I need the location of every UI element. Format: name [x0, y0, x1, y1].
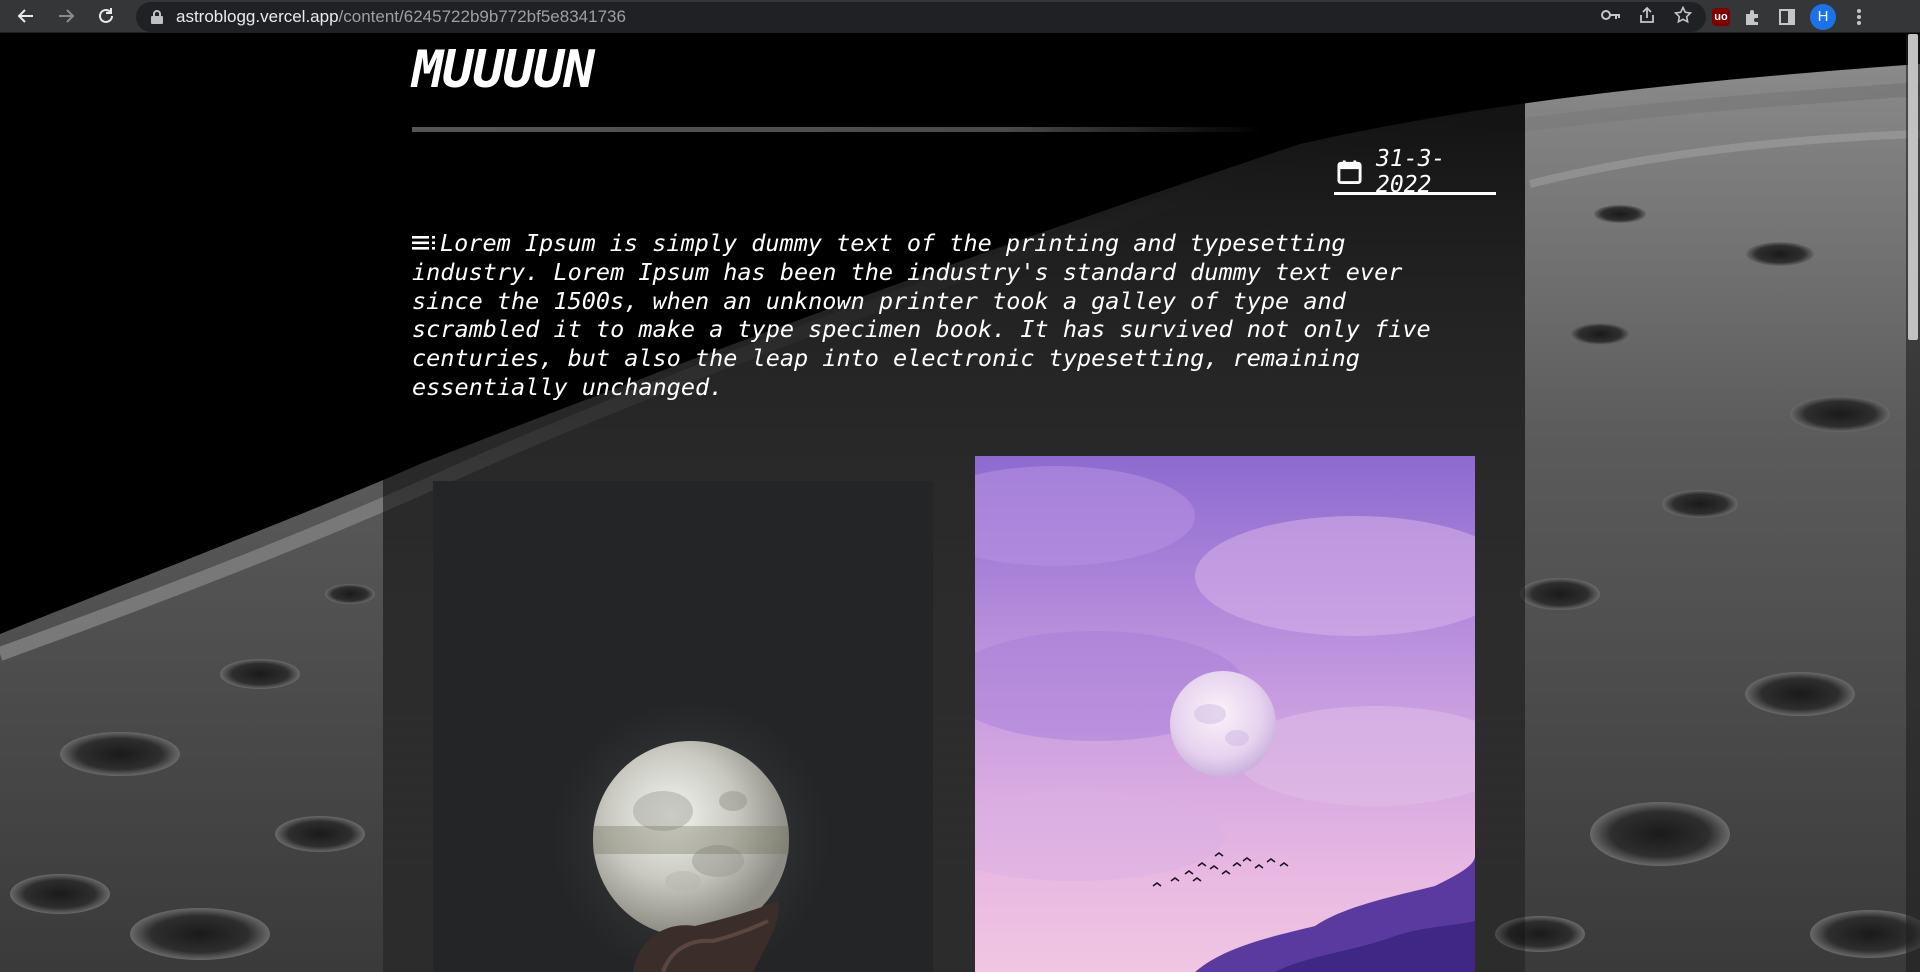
post-body: Lorem Ipsum is simply dummy text of the … [412, 229, 1472, 402]
post-date-text: 31-3-2022 [1376, 145, 1446, 198]
scrollbar-thumb[interactable] [1908, 34, 1918, 340]
url-host: astroblogg.vercel.app [176, 7, 339, 26]
forward-arrow-icon[interactable] [52, 2, 80, 30]
bookmark-star-icon[interactable] [1672, 5, 1694, 29]
url-path: /content/6245722b9b772bf5e8341736 [338, 7, 626, 26]
title-divider [412, 127, 1262, 132]
side-panel-icon[interactable] [1776, 6, 1798, 28]
address-bar[interactable]: astroblogg.vercel.app/content/6245722b9b… [136, 2, 1706, 32]
reload-icon[interactable] [92, 2, 120, 30]
puzzle-extensions-icon[interactable] [1742, 6, 1764, 28]
url-text[interactable]: astroblogg.vercel.app/content/6245722b9b… [176, 7, 626, 27]
post-date: 31-3-2022 [1334, 146, 1496, 198]
more-menu-icon[interactable] [1848, 6, 1870, 28]
purple-sky-moon-image [975, 456, 1475, 972]
browser-toolbar: astroblogg.vercel.app/content/6245722b9b… [0, 0, 1920, 33]
calendar-icon [1337, 159, 1362, 184]
profile-avatar[interactable]: H [1810, 3, 1836, 30]
lock-icon[interactable] [150, 10, 164, 24]
extension-area: uo H [1712, 0, 1870, 33]
page-scrollbar[interactable] [1906, 34, 1920, 972]
moon-in-hand-image [433, 481, 933, 972]
back-arrow-icon[interactable] [12, 2, 40, 30]
omnibox-actions [1600, 2, 1694, 32]
page-viewport: MUUUUN 31-3-2022 Lorem Ipsum is simply d… [0, 34, 1920, 972]
post-body-text: Lorem Ipsum is simply dummy text of the … [412, 229, 1431, 401]
share-icon[interactable] [1636, 6, 1658, 29]
post-title: MUUUUN [412, 40, 595, 100]
ublock-extension-icon[interactable]: uo [1712, 7, 1730, 26]
key-icon[interactable] [1600, 7, 1622, 27]
notes-icon [412, 236, 435, 250]
